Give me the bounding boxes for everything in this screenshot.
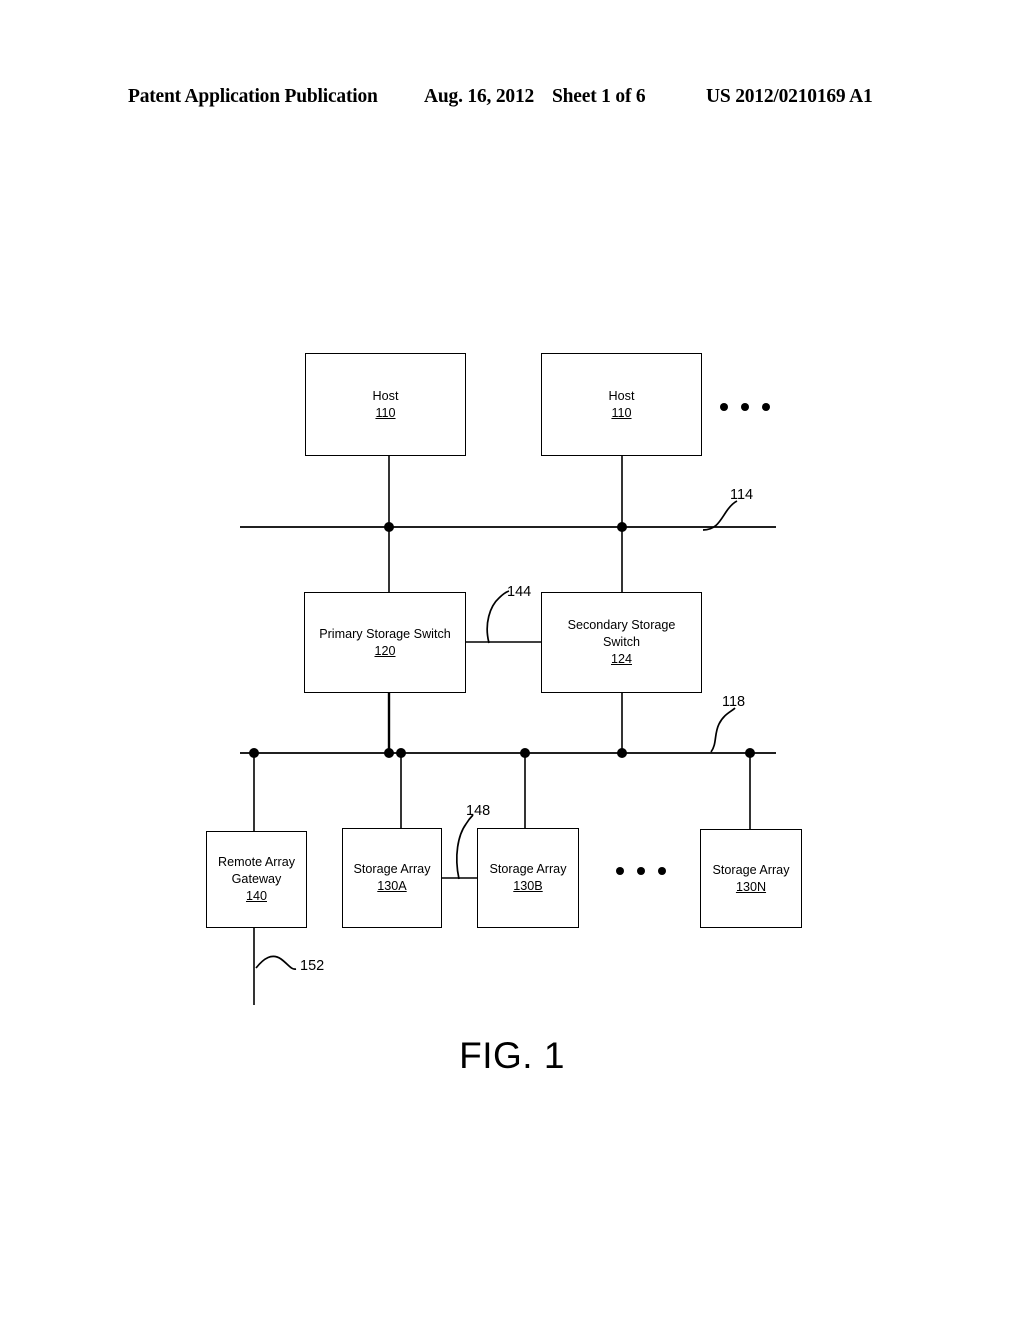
node-host-2-refnum: 110 [611, 405, 632, 420]
node-primary-switch-label: Primary Storage Switch [319, 626, 451, 641]
ellipsis-storage-arrays [616, 867, 666, 875]
ellipsis-dot [616, 867, 624, 875]
ellipsis-dot [658, 867, 666, 875]
node-primary-storage-switch[interactable]: Primary Storage Switch 120 [304, 592, 466, 693]
node-remote-gateway-refnum: 140 [245, 889, 267, 903]
node-remote-array-gateway[interactable]: Remote Array Gateway 140 [206, 831, 307, 928]
node-host-1-refnum: 110 [375, 405, 396, 420]
ellipsis-dot [741, 403, 749, 411]
leader-line-152 [255, 955, 297, 970]
node-storage-array-n-label: Storage Array [712, 862, 790, 877]
patent-figure-1: Host 110 Host 110 Primary Storage Switch… [0, 0, 1024, 1320]
figure-caption: FIG. 1 [459, 1035, 565, 1076]
node-storage-array-a-label: Storage Array [353, 862, 431, 876]
node-remote-gateway-label: Remote Array Gateway [218, 855, 295, 886]
callout-144: 144 [507, 584, 532, 600]
node-storage-array-a[interactable]: Storage Array 130A [342, 828, 442, 928]
ellipsis-dot [637, 867, 645, 875]
node-storage-array-b-refnum: 130B [513, 879, 543, 893]
node-storage-array-n[interactable]: Storage Array 130N [700, 829, 802, 928]
node-storage-array-a-refnum: 130A [377, 879, 407, 893]
ellipsis-dot [762, 403, 770, 411]
node-secondary-switch-label: Secondary Storage Switch [567, 618, 676, 649]
ellipsis-dot [720, 403, 728, 411]
callout-152: 152 [300, 958, 325, 974]
junction-dot-bus118-secondary [617, 748, 627, 758]
callout-114: 114 [730, 487, 754, 503]
node-secondary-storage-switch[interactable]: Secondary Storage Switch 124 [541, 592, 702, 693]
leader-line-114 [702, 500, 738, 531]
node-host-2[interactable]: Host 110 [541, 353, 702, 456]
node-secondary-switch-refnum: 124 [610, 652, 632, 666]
node-host-2-label: Host [608, 388, 635, 403]
ellipsis-hosts [720, 403, 770, 411]
leader-line-118 [710, 707, 736, 753]
leader-line-148 [456, 814, 474, 880]
node-storage-array-b[interactable]: Storage Array 130B [477, 828, 579, 928]
leader-line-144 [486, 590, 510, 644]
junction-dot-bus118-primary [384, 748, 394, 758]
figure-line-art [240, 456, 776, 1005]
node-storage-array-n-refnum: 130N [735, 879, 767, 894]
callout-148: 148 [466, 803, 491, 819]
callout-118: 118 [722, 694, 746, 710]
node-storage-array-b-label: Storage Array [489, 862, 567, 876]
node-host-1-label: Host [372, 388, 399, 403]
node-primary-switch-refnum: 120 [374, 643, 396, 658]
node-host-1[interactable]: Host 110 [305, 353, 466, 456]
